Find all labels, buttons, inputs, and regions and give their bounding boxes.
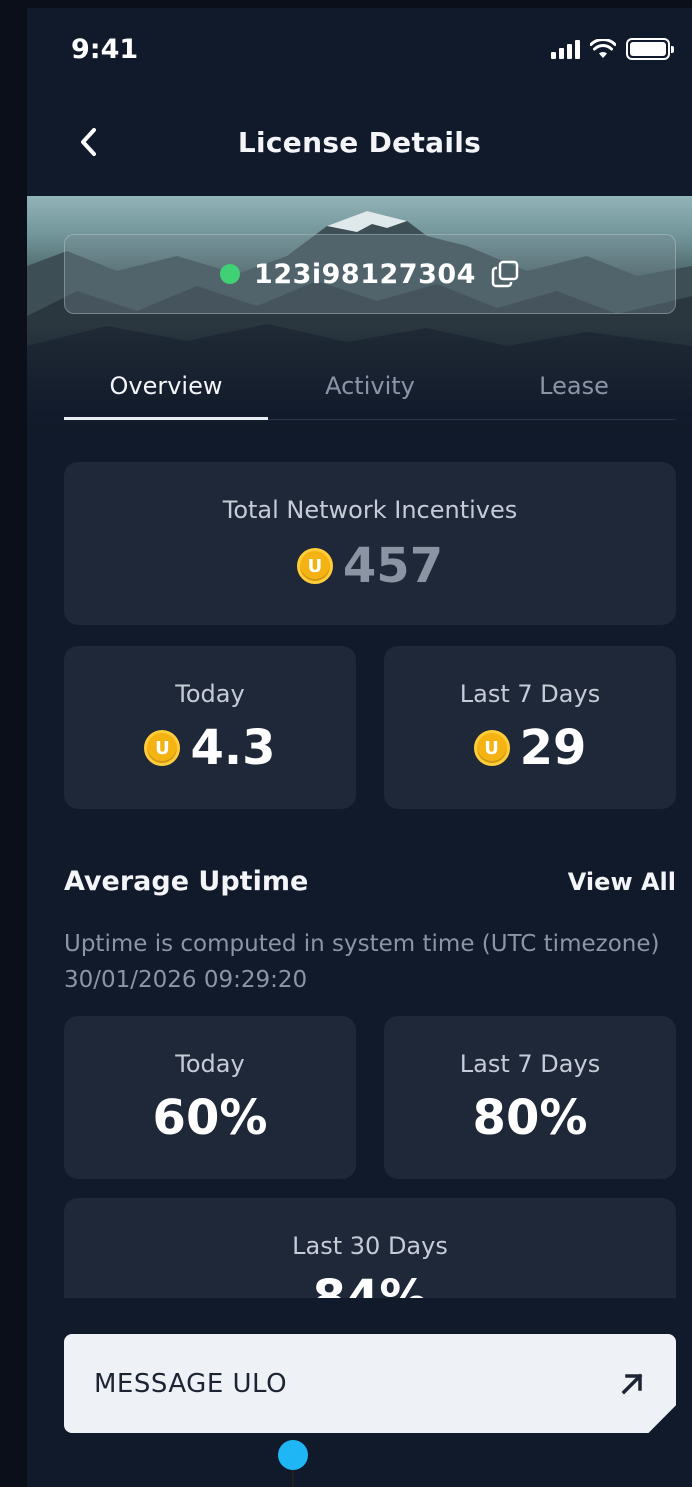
coin-icon: U <box>144 730 181 766</box>
status-bar: 9:41 <box>27 8 692 88</box>
week-incentives-card: Last 7 Days U 29 <box>384 646 676 809</box>
today-incentives-amount: 4.3 <box>190 720 276 776</box>
arrow-up-right-icon <box>621 1373 643 1394</box>
total-incentives-label: Total Network Incentives <box>222 496 518 524</box>
wifi-icon <box>590 39 616 58</box>
license-id-pill: 123i98127304 <box>64 234 676 314</box>
tab-activity[interactable]: Activity <box>268 358 472 419</box>
month-uptime-label: Last 30 Days <box>292 1232 448 1260</box>
uptime-note-text: Uptime is computed in system time (UTC t… <box>64 931 660 957</box>
week-incentives-label: Last 7 Days <box>459 680 601 708</box>
tab-overview[interactable]: Overview <box>64 358 268 420</box>
nav-header: License Details <box>27 98 692 188</box>
message-ulo-label: MESSAGE ULO <box>94 1368 288 1399</box>
cellular-signal-icon <box>551 39 580 59</box>
uptime-timestamp: 30/01/2026 09:29:20 <box>64 967 308 993</box>
coin-icon: U <box>296 548 333 584</box>
uptime-note: Uptime is computed in system time (UTC t… <box>64 926 684 998</box>
app-screen: 9:41 License Details 123i98127304 Overvi… <box>27 8 692 1487</box>
uptime-title: Average Uptime <box>64 866 309 897</box>
week-uptime-label: Last 7 Days <box>459 1050 601 1078</box>
battery-icon <box>626 38 674 60</box>
tab-lease[interactable]: Lease <box>472 358 676 419</box>
status-dot-icon <box>220 264 241 284</box>
today-incentives-label: Today <box>175 680 245 708</box>
total-incentives-value: U 457 <box>64 538 676 594</box>
total-incentives-amount: 457 <box>342 538 444 594</box>
today-incentives-card: Today U 4.3 <box>64 646 356 809</box>
page-title: License Details <box>237 126 482 159</box>
view-all-link[interactable]: View All <box>568 868 676 896</box>
week-uptime-value: 80% <box>472 1090 588 1146</box>
message-ulo-button[interactable]: MESSAGE ULO <box>64 1334 676 1433</box>
today-uptime-card: Today 60% <box>64 1016 356 1179</box>
tab-bar: Overview Activity Lease <box>64 358 676 420</box>
copy-icon[interactable] <box>490 259 520 289</box>
total-incentives-card: Total Network Incentives U 457 <box>64 462 676 625</box>
week-incentives-value: U 29 <box>384 720 676 776</box>
today-incentives-value: U 4.3 <box>64 720 356 776</box>
touch-indicator <box>278 1440 308 1470</box>
touch-indicator-stem <box>292 1470 294 1487</box>
today-uptime-label: Today <box>175 1050 245 1078</box>
week-incentives-amount: 29 <box>519 720 587 776</box>
today-uptime-value: 60% <box>152 1090 268 1146</box>
status-time: 9:41 <box>71 34 139 65</box>
device-edge-top <box>27 0 692 8</box>
license-id: 123i98127304 <box>254 258 476 290</box>
coin-icon: U <box>473 730 510 766</box>
week-uptime-card: Last 7 Days 80% <box>384 1016 676 1179</box>
device-edge <box>0 0 27 1487</box>
status-icons <box>551 38 674 60</box>
uptime-section-header: Average Uptime View All <box>64 866 676 897</box>
